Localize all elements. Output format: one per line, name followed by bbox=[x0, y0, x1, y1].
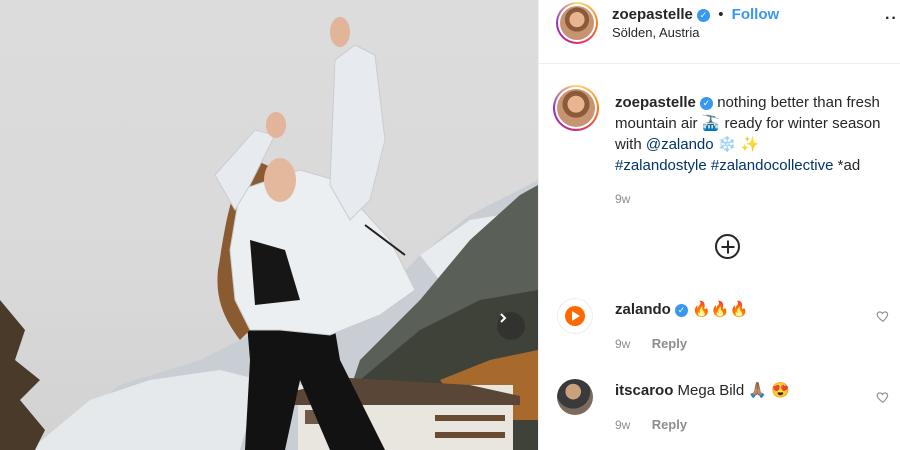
reply-button[interactable]: Reply bbox=[652, 417, 687, 432]
caption-username[interactable]: zoepastelle bbox=[615, 94, 696, 111]
verified-badge-icon: ✓ bbox=[700, 97, 714, 110]
chevron-right-icon bbox=[500, 313, 507, 323]
comment-avatar-itscaroo[interactable] bbox=[557, 379, 593, 415]
caption-avatar[interactable] bbox=[553, 85, 599, 131]
zalando-logo-icon bbox=[565, 306, 585, 326]
comment-timestamp[interactable]: 9w bbox=[615, 337, 630, 351]
hashtag-zalandostyle[interactable]: #zalandostyle bbox=[615, 157, 707, 174]
comment-meta: 9w Reply bbox=[615, 336, 687, 351]
header-username[interactable]: zoepastelle bbox=[612, 6, 693, 23]
header-divider bbox=[539, 63, 900, 64]
verified-badge-icon: ✓ bbox=[697, 9, 711, 22]
comment-timestamp[interactable]: 9w bbox=[615, 418, 630, 432]
reply-button[interactable]: Reply bbox=[652, 336, 687, 351]
post-side-panel: zoepastelle ✓ • Follow Sölden, Austria ·… bbox=[539, 0, 900, 450]
comment-zalando: zalando ✓ 🔥🔥🔥 bbox=[615, 300, 748, 318]
comment-username[interactable]: itscaroo bbox=[615, 382, 673, 399]
caption-suffix: *ad bbox=[833, 157, 861, 174]
location-link[interactable]: Sölden, Austria bbox=[612, 25, 699, 40]
comment-meta: 9w Reply bbox=[615, 417, 687, 432]
header-separator: • bbox=[718, 6, 724, 23]
comment-username[interactable]: zalando bbox=[615, 301, 671, 318]
comment-avatar-zalando[interactable] bbox=[557, 298, 593, 334]
more-options-icon[interactable]: ·· bbox=[885, 10, 898, 28]
photo-illustration bbox=[0, 17, 538, 450]
caption-mention[interactable]: @zalando bbox=[646, 136, 714, 153]
verified-badge-icon: ✓ bbox=[675, 304, 689, 317]
heart-outline-icon[interactable] bbox=[876, 309, 890, 323]
follow-button[interactable]: Follow bbox=[732, 6, 780, 23]
comment-text: 🔥🔥🔥 bbox=[692, 301, 749, 318]
caption-emoji: ❄️ ✨ bbox=[713, 136, 760, 153]
next-photo-button[interactable] bbox=[497, 312, 525, 340]
comment-itscaroo: itscaroo Mega Bild 🙏🏽 😍 bbox=[615, 381, 790, 399]
post-caption: zoepastelle ✓ nothing better than fresh … bbox=[615, 92, 890, 176]
header-avatar[interactable] bbox=[556, 2, 598, 44]
hashtag-zalandocollective[interactable]: #zalandocollective bbox=[711, 157, 834, 174]
heart-outline-icon[interactable] bbox=[876, 390, 890, 404]
load-more-comments-button[interactable] bbox=[715, 234, 740, 259]
post-header: zoepastelle ✓ • Follow bbox=[612, 6, 779, 23]
caption-timestamp[interactable]: 9w bbox=[615, 192, 630, 206]
post-photo[interactable] bbox=[0, 0, 538, 450]
comment-text: Mega Bild 🙏🏽 😍 bbox=[677, 382, 790, 399]
